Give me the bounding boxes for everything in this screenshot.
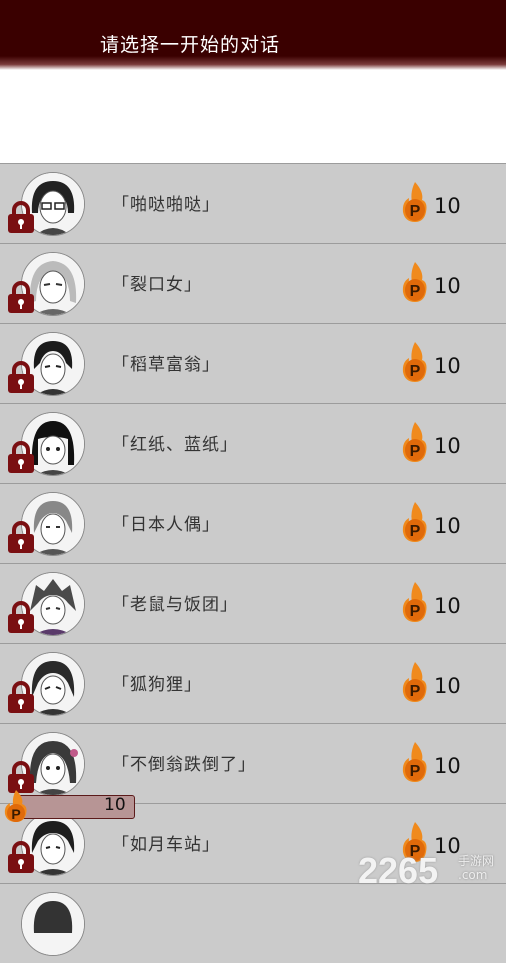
padlock-icon <box>8 441 34 473</box>
points-letter: P <box>11 806 20 822</box>
conversation-row[interactable]: 「狐狗狸」 P 10 <box>0 643 506 723</box>
watermark-site-name: 手游网 <box>458 854 495 868</box>
svg-text:P: P <box>410 283 421 300</box>
svg-text:P: P <box>410 603 421 620</box>
conversation-title: 「红纸、蓝纸」 <box>112 435 238 455</box>
conversation-row[interactable]: 「啪哒啪哒」 P 10 <box>0 163 506 243</box>
cost-display: P 10 <box>400 180 470 224</box>
conversation-row[interactable]: 「红纸、蓝纸」 P 10 <box>0 403 506 483</box>
cost-display: P 10 <box>400 260 470 304</box>
flame-p-coin-icon: P <box>402 582 427 622</box>
conversation-row[interactable]: 「稻草富翁」 P 10 <box>0 323 506 403</box>
cost-display: P 10 <box>400 660 470 704</box>
cost-display: P 10 <box>400 740 470 784</box>
svg-text:P: P <box>410 363 421 380</box>
cost-value: 10 <box>434 274 461 298</box>
svg-text:P: P <box>410 443 421 460</box>
padlock-icon <box>8 281 34 313</box>
conversation-list: 「啪哒啪哒」 P 10 「裂口女」 P 10 「稻草富翁」 P 10 「红纸、蓝… <box>0 163 506 963</box>
cost-value: 10 <box>434 194 461 218</box>
conversation-title: 「啪哒啪哒」 <box>112 195 220 215</box>
flame-p-coin-icon: P <box>402 742 427 782</box>
conversation-title: 「不倒翁跌倒了」 <box>112 755 256 775</box>
cost-display: P 10 <box>400 580 470 624</box>
conversation-row[interactable]: 「老鼠与饭团」 P 10 <box>0 563 506 643</box>
padlock-icon <box>8 601 34 633</box>
flame-p-coin-icon: P <box>402 662 427 702</box>
conversation-row[interactable]: 「日本人偶」 P 10 <box>0 483 506 563</box>
flame-p-coin-icon: P <box>4 790 27 822</box>
cost-value: 10 <box>434 594 461 618</box>
conversation-title: 「裂口女」 <box>112 275 202 295</box>
cost-display: P 10 <box>400 500 470 544</box>
cost-display: P 10 <box>400 340 470 384</box>
padlock-icon <box>8 841 34 873</box>
cost-value: 10 <box>434 754 461 778</box>
cost-value: 10 <box>434 674 461 698</box>
cost-value: 10 <box>434 354 461 378</box>
points-balance-value: 10 <box>104 795 126 815</box>
conversation-row[interactable]: 「不倒翁跌倒了」 P 10 <box>0 723 506 803</box>
header-bar: 请选择一开始的对话 <box>0 0 506 70</box>
svg-text:P: P <box>410 523 421 540</box>
cost-display: P 10 <box>400 420 470 464</box>
flame-p-coin-icon: P <box>402 342 427 382</box>
conversation-title: 「老鼠与饭团」 <box>112 595 238 615</box>
flame-p-coin-icon: P <box>402 262 427 302</box>
svg-text:P: P <box>410 763 421 780</box>
padlock-icon <box>8 521 34 553</box>
flame-p-coin-icon: P <box>402 182 427 222</box>
cost-value: 10 <box>434 514 461 538</box>
conversation-title: 「日本人偶」 <box>112 515 220 535</box>
conversation-row[interactable]: 「裂口女」 P 10 <box>0 243 506 323</box>
conversation-title: 「如月车站」 <box>112 835 220 855</box>
conversation-title: 「狐狗狸」 <box>112 675 202 695</box>
cost-value: 10 <box>434 434 461 458</box>
conversation-title: 「稻草富翁」 <box>112 355 220 375</box>
watermark-url: .com <box>458 868 488 882</box>
svg-text:P: P <box>410 203 421 220</box>
svg-text:P: P <box>410 683 421 700</box>
portrait-avatar-icon <box>21 892 85 956</box>
padlock-icon <box>8 201 34 233</box>
flame-p-coin-icon: P <box>402 422 427 462</box>
flame-p-coin-icon: P <box>402 502 427 542</box>
padlock-icon <box>8 681 34 713</box>
watermark-number: 2265 <box>358 850 439 891</box>
points-balance-bar: P 10 <box>0 790 135 822</box>
padlock-icon <box>8 361 34 393</box>
watermark: 2265 手游网 .com <box>358 850 506 900</box>
page-title: 请选择一开始的对话 <box>100 34 281 56</box>
